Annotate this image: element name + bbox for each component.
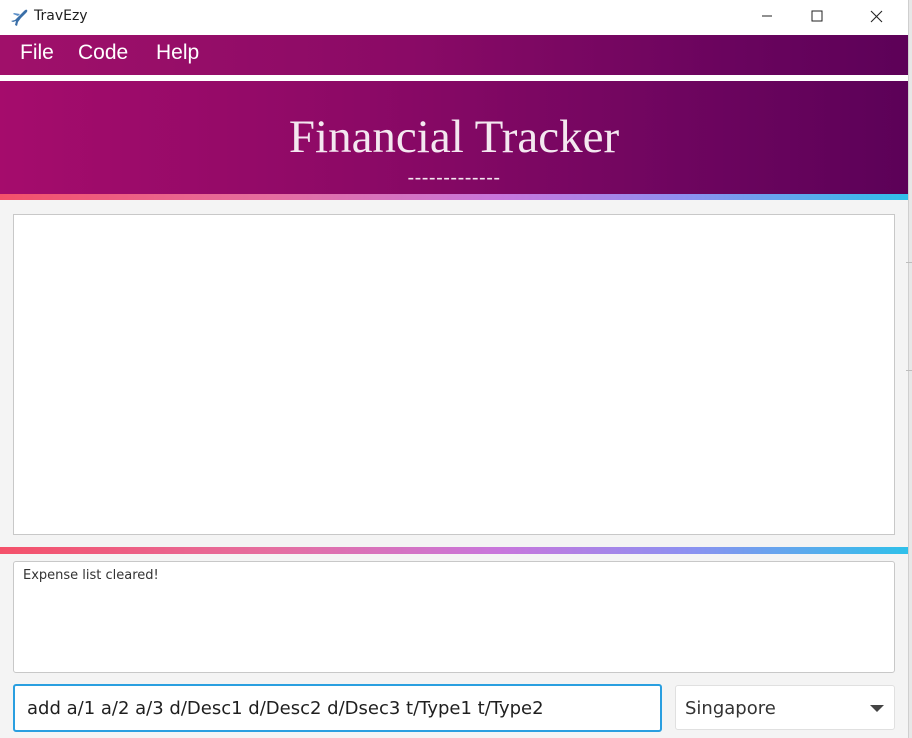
page-header: Financial Tracker -------------	[0, 81, 908, 194]
title-underline: -------------	[407, 167, 501, 189]
chevron-down-icon	[870, 705, 884, 712]
country-dropdown[interactable]: Singapore	[675, 685, 895, 730]
menu-help[interactable]: Help	[156, 41, 199, 65]
close-icon	[870, 10, 882, 22]
maximize-button[interactable]	[794, 0, 840, 32]
page-title: Financial Tracker	[288, 111, 620, 163]
command-input[interactable]	[13, 684, 662, 732]
minimize-button[interactable]	[744, 0, 790, 32]
minimize-icon	[762, 15, 772, 17]
close-button[interactable]	[853, 0, 899, 32]
window-title: TravEzy	[34, 8, 88, 24]
menu-code[interactable]: Code	[78, 41, 128, 65]
result-display[interactable]: Expense list cleared!	[13, 561, 895, 673]
gradient-divider-bottom	[0, 547, 908, 554]
window-edge	[908, 0, 912, 738]
edge-divider	[906, 262, 912, 263]
title-bar: TravEzy	[0, 0, 908, 35]
airplane-icon	[9, 7, 29, 27]
edge-divider	[906, 370, 912, 371]
result-message: Expense list cleared!	[23, 568, 159, 583]
menu-file[interactable]: File	[20, 41, 54, 65]
expense-list-panel[interactable]	[13, 214, 895, 535]
country-selected-value: Singapore	[685, 698, 776, 719]
maximize-icon	[811, 10, 823, 22]
menu-bar: File Code Help	[0, 35, 908, 75]
